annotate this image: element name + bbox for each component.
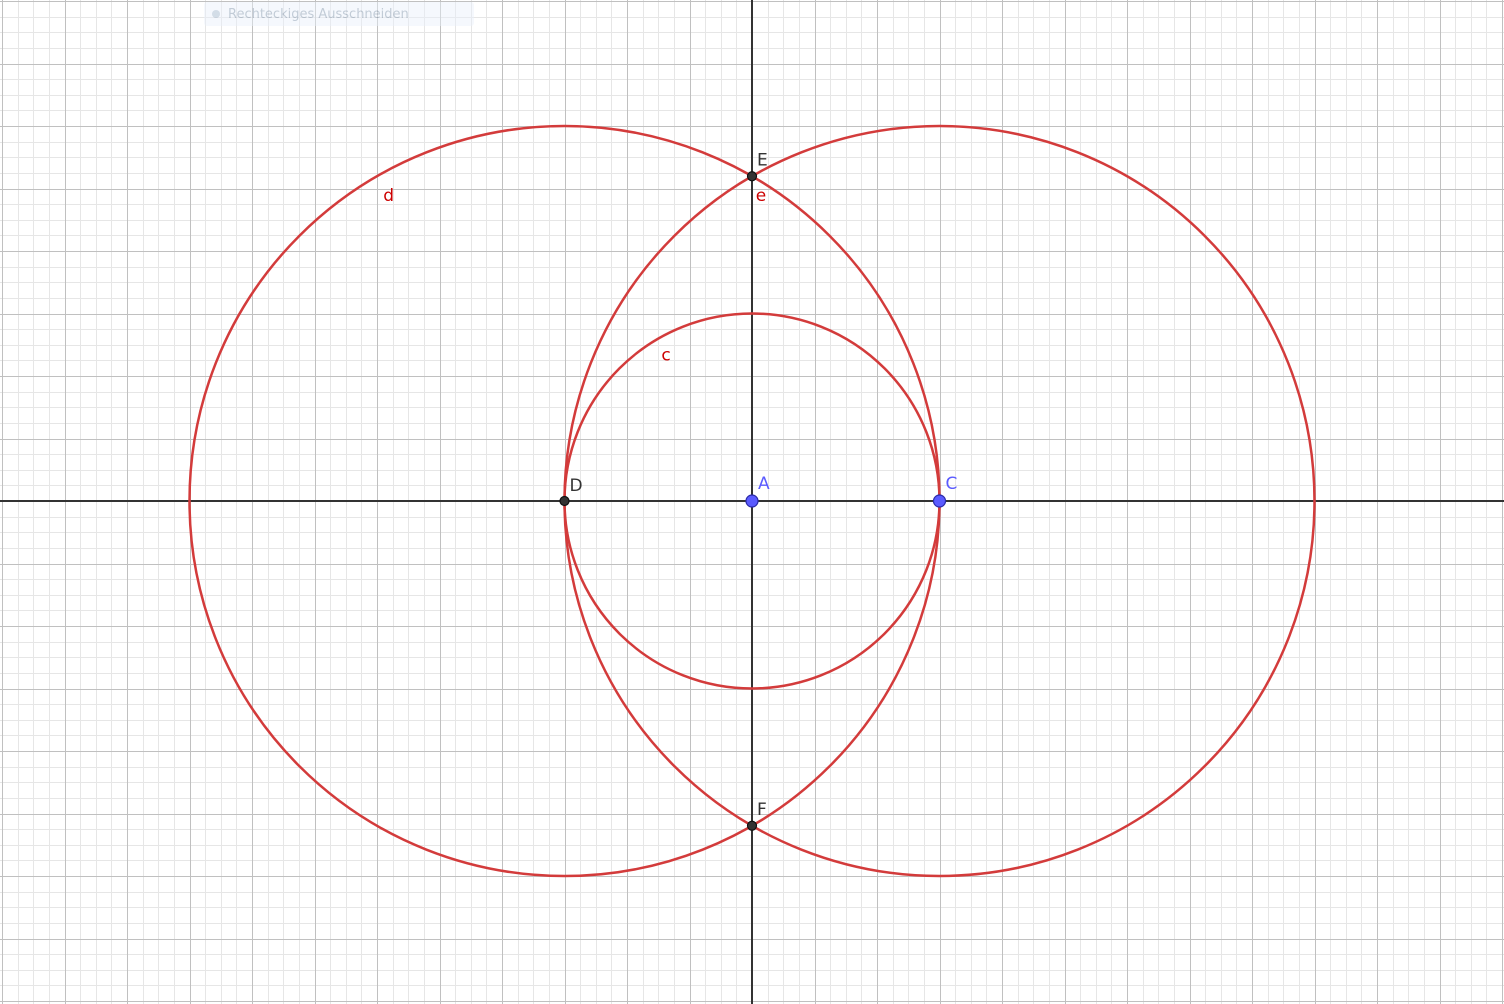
point-A[interactable]: [745, 494, 759, 508]
point-label-F: F: [757, 800, 767, 820]
point-label-C: C: [946, 474, 958, 494]
circle-label-e: e: [756, 186, 766, 206]
point-label-E: E: [757, 150, 768, 170]
circle-label-c: c: [661, 345, 670, 365]
point-D[interactable]: [559, 495, 570, 507]
point-E[interactable]: [746, 171, 758, 182]
rectangle-select-icon: [212, 10, 220, 18]
point-label-D: D: [570, 476, 583, 496]
graphics-view[interactable]: c d e A C D E F: [0, 0, 1504, 1004]
tool-tooltip-label: Rechteckiges Ausschneiden: [228, 6, 409, 22]
tool-tooltip: Rechteckiges Ausschneiden: [204, 2, 474, 26]
point-C[interactable]: [932, 494, 947, 508]
circle-label-d: d: [383, 186, 394, 206]
point-F[interactable]: [746, 820, 758, 831]
point-label-A: A: [758, 474, 770, 494]
